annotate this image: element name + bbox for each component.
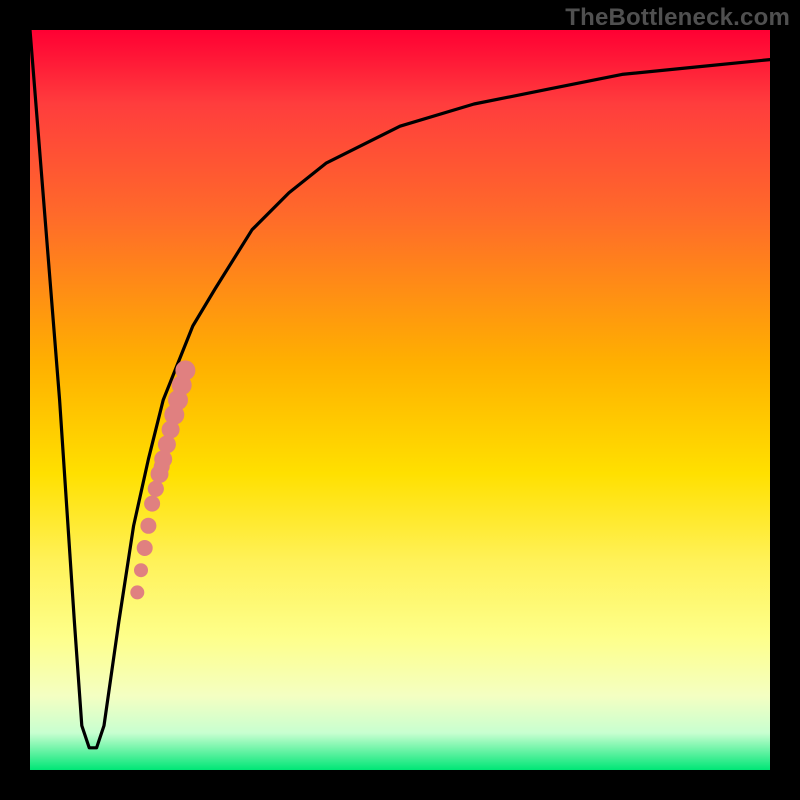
highlight-dot <box>160 436 176 452</box>
highlight-dot <box>140 518 156 534</box>
highlight-dot <box>154 459 170 475</box>
bottleneck-curve <box>30 30 770 748</box>
plot-area <box>30 30 770 770</box>
highlighted-segment <box>130 360 195 599</box>
highlight-dot <box>130 585 144 599</box>
highlight-dot <box>144 496 160 512</box>
chart-svg <box>30 30 770 770</box>
highlight-dot <box>148 481 164 497</box>
highlight-dot <box>134 563 148 577</box>
watermark-text: TheBottleneck.com <box>565 4 790 32</box>
chart-frame: TheBottleneck.com <box>0 0 800 800</box>
highlight-dot <box>175 360 195 380</box>
highlight-dot <box>137 540 153 556</box>
